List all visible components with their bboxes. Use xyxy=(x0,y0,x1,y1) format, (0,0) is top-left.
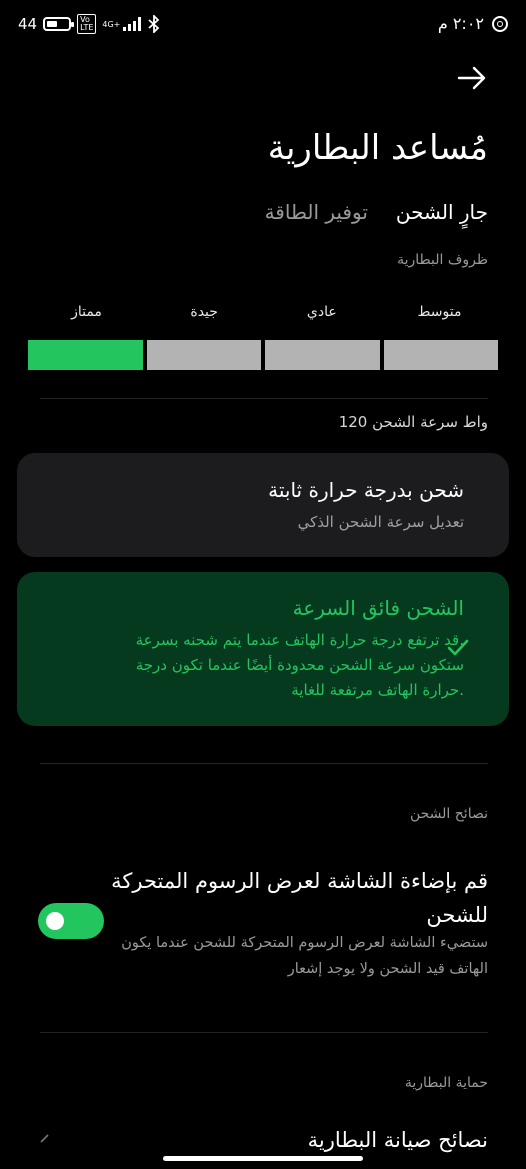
battery-icon xyxy=(43,17,75,31)
whatsapp-icon xyxy=(492,15,508,32)
status-bar: 44 Vo LTE 4G+ ٢:٠٢ م xyxy=(0,0,526,52)
tab-power-saving[interactable]: توفير الطاقة xyxy=(265,200,368,224)
tab-charging[interactable]: جارٍ الشحن xyxy=(396,200,488,224)
animation-setting-description: ستضيء الشاشة لعرض الرسوم المتحركة للشحن … xyxy=(121,935,488,977)
segment-medium xyxy=(383,340,498,370)
chevron-left-icon xyxy=(40,1134,49,1143)
level-medium: متوسط xyxy=(417,304,462,320)
back-arrow-icon[interactable] xyxy=(456,62,488,94)
super-fast-description: قد ترتفع درجة حرارة الهاتف عندما يتم شحن… xyxy=(135,631,464,699)
battery-protection-label: حماية البطارية xyxy=(404,1075,488,1091)
status-right: ٢:٠٢ م xyxy=(438,14,508,33)
volte-icon: Vo LTE xyxy=(77,14,97,34)
tab-bar: جارٍ الشحن توفير الطاقة xyxy=(265,200,488,224)
condition-bar xyxy=(28,340,498,370)
animation-setting-title: قم بإضاءة الشاشة لعرض الرسوم المتحركة لل… xyxy=(111,869,488,927)
check-icon xyxy=(447,639,469,656)
battery-conditions-label: ظروف البطارية xyxy=(397,252,488,268)
animation-toggle[interactable] xyxy=(38,903,104,939)
super-fast-title: الشحن فائق السرعة xyxy=(292,596,464,620)
battery-care-tips-item[interactable]: نصائح صيانة البطارية xyxy=(308,1128,488,1152)
home-indicator[interactable] xyxy=(163,1156,363,1161)
status-left: 44 Vo LTE 4G+ xyxy=(18,14,161,34)
level-excellent: ممتاز xyxy=(71,304,102,320)
divider xyxy=(40,1032,488,1033)
constant-temp-title: شحن بدرجة حرارة ثابتة xyxy=(268,478,464,502)
charging-tips-label: نصائح الشحن xyxy=(409,806,488,822)
toggle-knob xyxy=(46,912,64,930)
page-title: مُساعد البطارية xyxy=(267,128,488,168)
signal-icon xyxy=(123,17,142,31)
charging-speed: 120 واط سرعة الشحن xyxy=(338,413,488,431)
segment-excellent xyxy=(28,340,143,370)
divider xyxy=(40,398,488,399)
condition-levels: ممتاز جيدة عادي متوسط xyxy=(28,304,498,320)
divider xyxy=(40,763,488,764)
battery-percent: 44 xyxy=(18,15,38,33)
segment-good xyxy=(146,340,261,370)
constant-temp-card[interactable] xyxy=(17,453,509,557)
level-normal: عادي xyxy=(306,304,337,320)
level-good: جيدة xyxy=(190,304,218,320)
constant-temp-subtitle: تعديل سرعة الشحن الذكي xyxy=(297,513,464,531)
bluetooth-icon xyxy=(148,15,160,33)
network-type: 4G+ xyxy=(102,19,121,29)
clock: ٢:٠٢ م xyxy=(437,14,484,33)
segment-normal xyxy=(265,340,380,370)
